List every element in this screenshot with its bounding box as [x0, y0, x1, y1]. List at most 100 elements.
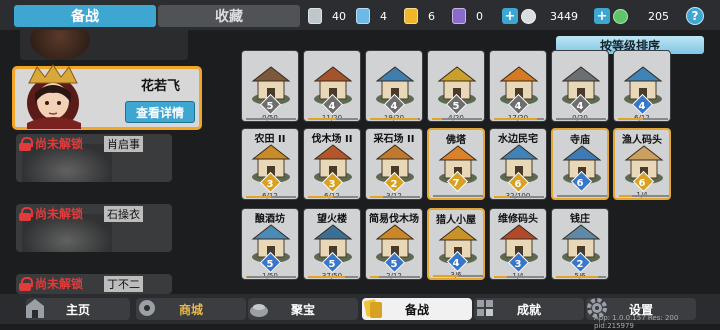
progress-bar [494, 276, 544, 278]
locked-hero-name: 石操衣 [104, 206, 143, 222]
level-number: 6 [576, 178, 584, 189]
hero-card-selected[interactable]: 花若飞 查看详情 [12, 64, 202, 130]
locked-hero-slot[interactable]: 尚未解锁 石操衣 [16, 204, 172, 252]
building-card[interactable]: 猎人小屋43/6 [427, 208, 485, 280]
tab-collection[interactable]: 收藏 [158, 5, 300, 27]
building-card[interactable]: 40/20 [551, 50, 609, 122]
view-details-button[interactable]: 查看详情 [125, 101, 195, 123]
progress-bar [370, 276, 420, 278]
building-card[interactable]: 简易伐木场52/12 [365, 208, 423, 280]
hero-portrait-partial [30, 30, 90, 60]
level-number: 4 [514, 101, 522, 112]
progress-bar [433, 275, 483, 277]
add-jade-button[interactable]: + [594, 8, 610, 24]
hero-portrait [27, 64, 81, 129]
level-number: 5 [266, 259, 274, 270]
progress-bar [557, 195, 607, 197]
progress-bar [432, 118, 482, 120]
locked-hero-slot[interactable]: 尚未解锁 丁不二 [16, 274, 172, 294]
nav-home-label: 主页 [65, 302, 90, 317]
building-card[interactable]: 农田 II36/12 [241, 128, 299, 200]
nav-prep[interactable]: 备战 [362, 298, 472, 320]
silver-coin-counter: + 3449 [502, 6, 578, 26]
silver-token-counter: 40 [308, 6, 346, 26]
progress-bar [494, 196, 544, 198]
locked-hero-name: 肖启事 [104, 136, 143, 152]
tab-prep[interactable]: 备战 [14, 5, 156, 27]
version-text: App: 1.0.0.157 Res: 200 pid:215979 [594, 314, 679, 330]
building-card[interactable]: 50/50 [241, 50, 299, 122]
building-card[interactable]: 寺庙 6 [551, 128, 609, 200]
building-card[interactable]: 维修码头31/4 [489, 208, 547, 280]
nav-shop[interactable]: 商城 [136, 298, 246, 320]
building-card[interactable]: 411/20 [303, 50, 361, 122]
level-number: 3 [328, 179, 336, 190]
level-number: 4 [390, 101, 398, 112]
building-card[interactable]: 钱庄25/6 [551, 208, 609, 280]
progress-bar [556, 118, 606, 120]
locked-hero-slot[interactable]: 尚未解锁 肖启事 [16, 134, 172, 182]
lock-icon [19, 206, 33, 221]
level-number: 2 [390, 179, 398, 190]
nav-shop-label: 商城 [178, 302, 203, 317]
progress-fill [246, 276, 247, 278]
building-card[interactable]: 417/20 [489, 50, 547, 122]
level-number: 4 [576, 101, 584, 112]
gold-token-counter: 6 [404, 6, 435, 26]
progress-bar [246, 276, 296, 278]
purple-token-value: 0 [476, 9, 483, 23]
progress-fill [246, 196, 271, 198]
nav-achievements[interactable]: 成就 [474, 298, 584, 320]
locked-hero-name: 丁不二 [104, 276, 143, 292]
top-bar: 备战 收藏 40 4 6 0 + 3449 + 205 ? [0, 0, 720, 30]
nav-home[interactable]: 主页 [26, 298, 130, 320]
level-number: 5 [266, 101, 274, 112]
hero-name: 花若飞 [141, 79, 181, 94]
building-card[interactable]: 渔人码头61/4 [613, 128, 671, 200]
building-card[interactable]: 佛塔 7 [427, 128, 485, 200]
jade-value: 205 [648, 9, 669, 23]
progress-bar [556, 276, 606, 278]
achievement-icon [477, 300, 493, 316]
progress-fill [370, 118, 418, 120]
building-card[interactable]: 采石场 II23/12 [365, 128, 423, 200]
level-number: 2 [576, 259, 584, 270]
progress-bar [370, 118, 420, 120]
progress-bar [370, 196, 420, 198]
prep-icon [363, 299, 382, 318]
building-card[interactable]: 伐木场 II36/12 [303, 128, 361, 200]
building-card[interactable]: 419/20 [365, 50, 423, 122]
blue-token-counter: 4 [356, 6, 387, 26]
help-button[interactable]: ? [686, 7, 704, 25]
nav-treasure[interactable]: 聚宝 [248, 298, 358, 320]
building-card[interactable]: 46/12 [613, 50, 671, 122]
locked-header: 尚未解锁 [16, 134, 83, 152]
locked-header: 尚未解锁 [16, 204, 83, 222]
hero-card-partial[interactable] [20, 30, 188, 60]
shop-icon [139, 300, 155, 316]
progress-fill [494, 196, 510, 198]
lock-icon [19, 276, 33, 291]
level-number: 6 [514, 179, 522, 190]
add-silver-button[interactable]: + [502, 8, 518, 24]
silver-token-value: 40 [332, 9, 346, 23]
level-number: 7 [452, 178, 460, 189]
silver-coin-icon [521, 8, 536, 24]
nav-prep-label: 备战 [404, 302, 429, 317]
progress-bar [494, 118, 544, 120]
building-grid: 50/50411/20419/2054/20417/2040/2046/12 农田… [237, 50, 677, 292]
silver-coin-value: 3449 [550, 9, 578, 23]
level-number: 5 [452, 101, 460, 112]
building-card[interactable]: 酿酒坊51/50 [241, 208, 299, 280]
building-card[interactable]: 望火楼537/50 [303, 208, 361, 280]
building-card[interactable]: 54/20 [427, 50, 485, 122]
building-card[interactable]: 水边民宅632/100 [489, 128, 547, 200]
progress-fill [433, 275, 458, 277]
level-number: 5 [390, 259, 398, 270]
jade-counter: + 205 [594, 6, 669, 26]
progress-fill [308, 118, 336, 120]
progress-fill [308, 196, 333, 198]
progress-bar [246, 196, 296, 198]
blue-token-value: 4 [380, 9, 387, 23]
locked-label: 尚未解锁 [35, 276, 84, 291]
